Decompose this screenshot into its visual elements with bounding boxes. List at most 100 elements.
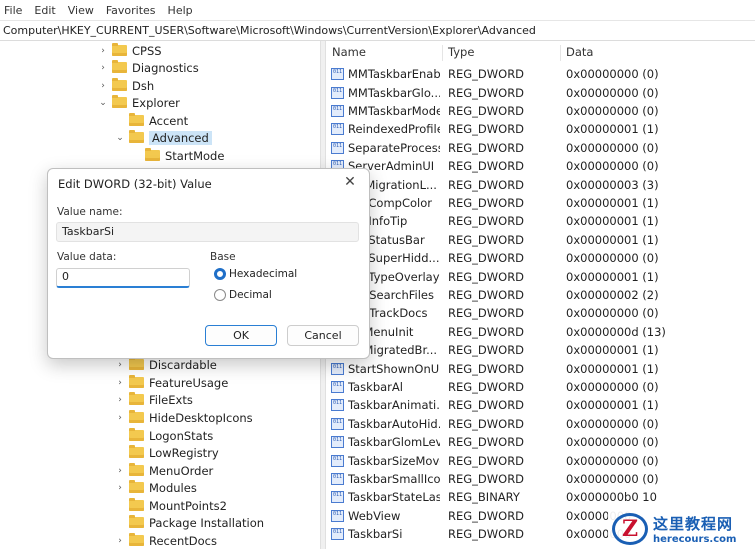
menu-bar: File Edit View Favorites Help	[0, 0, 755, 20]
value-type: REG_DWORD	[448, 232, 525, 247]
tree-item[interactable]: › Dsh	[97, 77, 154, 95]
value-type: REG_DWORD	[448, 380, 525, 395]
value-row[interactable]: 011 TaskbarStateLast... REG_BINARY 0x000000…	[326, 488, 755, 507]
menu-edit[interactable]: Edit	[28, 4, 61, 17]
watermark-site: herecours.com	[653, 533, 737, 545]
value-type: REG_DWORD	[448, 435, 525, 450]
column-header-data[interactable]: Data	[560, 45, 593, 61]
value-row[interactable]: 011...wSuperHidd...REG_DWORD0x00000000 (…	[326, 249, 755, 268]
chevron-right-icon[interactable]: ›	[97, 62, 109, 74]
dword-value-icon: 011	[331, 436, 344, 449]
cancel-button[interactable]: Cancel	[287, 325, 359, 346]
value-row[interactable]: 011 MMTaskbarGlo... REG_DWORD 0x00000000 (0…	[326, 83, 755, 102]
tree-item[interactable]: › CPSS	[97, 42, 162, 60]
value-row[interactable]: 011...wCompColorREG_DWORD0x00000001 (1)	[326, 194, 755, 213]
value-data: 0x00000000 (0)	[566, 140, 659, 155]
chevron-right-icon[interactable]: ›	[114, 412, 126, 424]
value-type: REG_DWORD	[448, 159, 525, 174]
value-data: 0x00000000 (0)	[566, 85, 659, 100]
radio-selected-icon	[214, 268, 226, 280]
tree-item[interactable]: ⌄ Explorer	[97, 94, 180, 112]
close-icon[interactable]: ✕	[339, 172, 361, 192]
chevron-down-icon[interactable]: ⌄	[114, 132, 126, 144]
value-data: 0x00000001 (1)	[566, 361, 659, 376]
value-row[interactable]: 011...llMigrationL...REG_DWORD0x00000003…	[326, 175, 755, 194]
tree-item[interactable]: › RecentDocs	[114, 532, 217, 549]
menu-file[interactable]: File	[0, 4, 28, 17]
menu-favorites[interactable]: Favorites	[100, 4, 162, 17]
dword-value-icon: 011	[331, 491, 344, 504]
tree-item[interactable]: › FileExts	[114, 391, 193, 409]
radio-decimal[interactable]: Decimal	[214, 289, 272, 301]
chevron-right-icon[interactable]: ›	[114, 394, 126, 406]
tree-item-label: LowRegistry	[149, 445, 219, 460]
value-row[interactable]: 011 TaskbarAutoHid... REG_DWORD 0x00000000 …	[326, 415, 755, 434]
value-name: TaskbarAutoHid...	[348, 416, 440, 431]
chevron-right-icon[interactable]: ›	[114, 359, 126, 371]
column-header-type[interactable]: Type	[442, 45, 474, 61]
value-name: StartShownOnU...	[348, 361, 440, 376]
chevron-right-icon[interactable]: ›	[97, 80, 109, 92]
value-row[interactable]: 011...wInfoTipREG_DWORD0x00000001 (1)	[326, 212, 755, 231]
value-row[interactable]: 011 MMTaskbarMode REG_DWORD 0x00000000 (0)	[326, 102, 755, 121]
watermark-logo-icon: Z	[612, 512, 648, 545]
tree-item[interactable]: › HideDesktopIcons	[114, 409, 253, 427]
value-data-input[interactable]: 0	[56, 268, 190, 288]
value-row[interactable]: 011...t_TrackDocsREG_DWORD0x00000000 (0)	[326, 304, 755, 323]
column-header-name[interactable]: Name	[326, 45, 366, 61]
value-row[interactable]: 011 TaskbarSizeMove REG_DWORD 0x00000000 (0…	[326, 451, 755, 470]
value-row[interactable]: 011...tMigratedBr...REG_DWORD0x00000001 …	[326, 341, 755, 360]
value-row[interactable]: 011...tMenuInitREG_DWORD0x0000000d (13)	[326, 323, 755, 342]
dword-value-icon: 011	[331, 454, 344, 467]
value-type: REG_DWORD	[448, 269, 525, 284]
menu-view[interactable]: View	[62, 4, 100, 17]
address-bar[interactable]: Computer\HKEY_CURRENT_USER\Software\Micr…	[0, 20, 755, 41]
tree-item-label: Diagnostics	[132, 60, 199, 75]
tree-item[interactable]: MountPoints2	[114, 497, 227, 515]
value-row[interactable]: 011 SeparateProcess REG_DWORD 0x00000000 (0…	[326, 139, 755, 158]
tree-item[interactable]: LowRegistry	[114, 444, 219, 462]
tree-item-label: Accent	[149, 113, 189, 128]
tree-item[interactable]: › Diagnostics	[97, 59, 199, 77]
value-row[interactable]: 011 ServerAdminUI REG_DWORD 0x00000000 (0)	[326, 157, 755, 176]
radio-decimal-label: Decimal	[229, 289, 272, 301]
value-row[interactable]: 011 TaskbarAnimati... REG_DWORD 0x00000001 …	[326, 396, 755, 415]
value-type: REG_DWORD	[448, 472, 525, 487]
tree-item-label: CPSS	[132, 43, 162, 58]
chevron-right-icon[interactable]: ›	[114, 377, 126, 389]
value-type: REG_DWORD	[448, 85, 525, 100]
ok-button[interactable]: OK	[205, 325, 277, 346]
value-row[interactable]: 011 MMTaskbarEnab... REG_DWORD 0x00000000 (…	[326, 65, 755, 84]
chevron-down-icon[interactable]: ⌄	[97, 97, 109, 109]
tree-item[interactable]: LogonStats	[114, 427, 213, 445]
value-type: REG_DWORD	[448, 122, 525, 137]
value-name: MMTaskbarMode	[348, 104, 440, 119]
tree-item[interactable]: StartMode	[130, 147, 224, 165]
chevron-right-icon[interactable]: ›	[114, 482, 126, 494]
value-data: 0x00000001 (1)	[566, 398, 659, 413]
value-row[interactable]: 011...wTypeOverlayREG_DWORD0x00000001 (1…	[326, 267, 755, 286]
value-row[interactable]: 011...wStatusBarREG_DWORD0x00000001 (1)	[326, 231, 755, 250]
chevron-right-icon[interactable]: ›	[114, 535, 126, 547]
tree-item[interactable]: › FeatureUsage	[114, 374, 228, 392]
tree-item[interactable]: ⌄ Advanced	[114, 129, 212, 147]
value-row[interactable]: 011 TaskbarAl REG_DWORD 0x00000000 (0)	[326, 378, 755, 397]
tree-item[interactable]: › MenuOrder	[114, 462, 213, 480]
tree-item[interactable]: › Modules	[114, 479, 197, 497]
tree-item[interactable]: Accent	[114, 112, 188, 130]
value-row[interactable]: 011...t_SearchFilesREG_DWORD0x00000002 (…	[326, 286, 755, 305]
value-row[interactable]: 011 ReindexedProfile REG_DWORD 0x00000001 (…	[326, 120, 755, 139]
value-data: 0x00000001 (1)	[566, 214, 659, 229]
menu-help[interactable]: Help	[162, 4, 199, 17]
chevron-right-icon[interactable]: ›	[97, 45, 109, 57]
value-row[interactable]: 011 StartShownOnU... REG_DWORD 0x00000001 (…	[326, 359, 755, 378]
value-row[interactable]: 011 TaskbarGlomLevel REG_DWORD 0x00000000 (…	[326, 433, 755, 452]
radio-hexadecimal[interactable]: Hexadecimal	[214, 268, 297, 280]
value-type: REG_DWORD	[448, 306, 525, 321]
folder-icon	[112, 43, 127, 57]
value-row[interactable]: 011 TaskbarSmallIcons REG_DWORD 0x00000000 …	[326, 470, 755, 489]
tree-item[interactable]: Package Installation	[114, 514, 264, 532]
chevron-right-icon[interactable]: ›	[114, 465, 126, 477]
value-data: 0x00000000 (0)	[566, 416, 659, 431]
tree-item-label: Dsh	[132, 78, 155, 93]
